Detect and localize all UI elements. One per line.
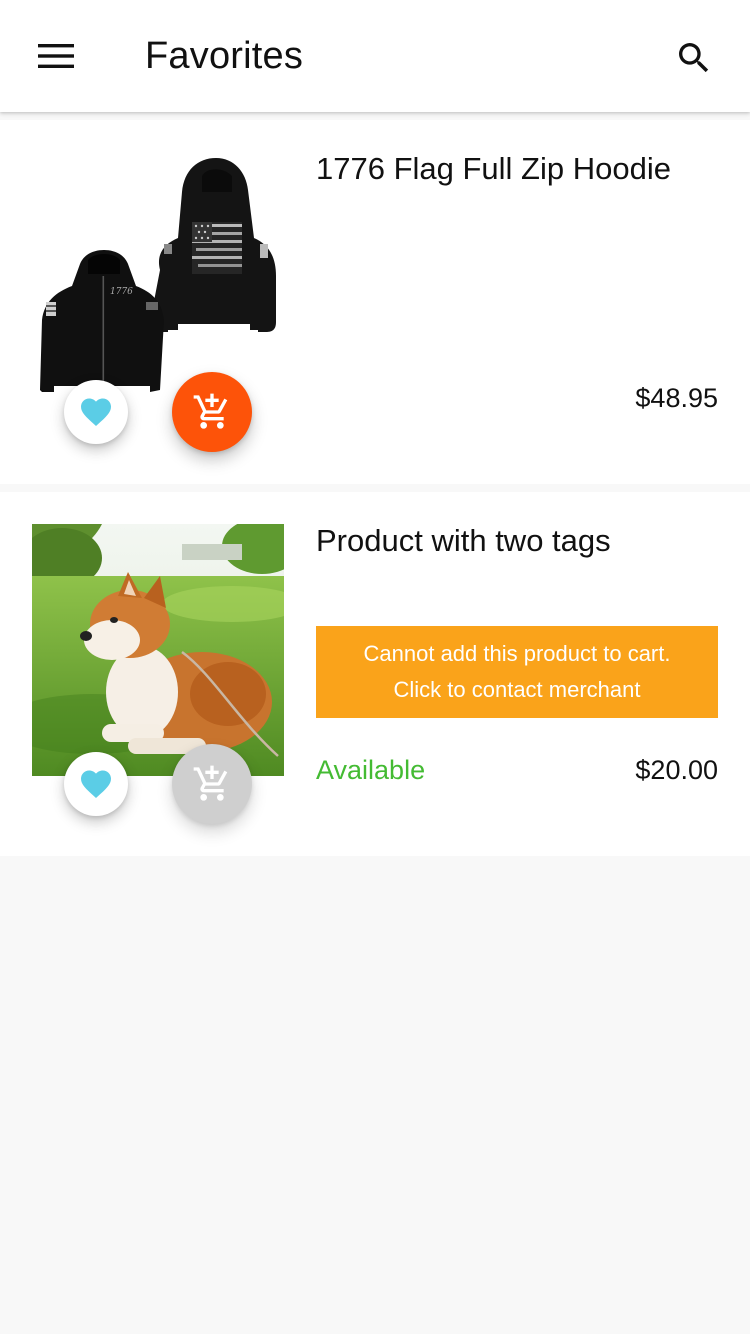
add-to-cart-button[interactable] bbox=[172, 372, 252, 452]
black-hoodie-image[interactable]: 1776 bbox=[32, 152, 284, 404]
availability-status: Available bbox=[316, 755, 426, 785]
app-bar: Favorites bbox=[0, 0, 750, 112]
dog-photo-image[interactable] bbox=[32, 524, 284, 776]
add-shopping-cart-icon bbox=[193, 765, 228, 801]
add-shopping-cart-icon bbox=[193, 393, 228, 429]
hamburger-menu-icon[interactable] bbox=[22, 28, 90, 84]
heart-icon bbox=[81, 398, 111, 427]
favorite-heart-button[interactable] bbox=[64, 752, 128, 816]
product-price: $20.00 bbox=[635, 755, 718, 785]
favorite-product-card[interactable]: 1776 1776 Flag Full Zip Hoodie $48.95 bbox=[0, 120, 750, 484]
svg-text:1776: 1776 bbox=[110, 287, 133, 297]
product-name[interactable]: Product with two tags bbox=[316, 520, 726, 562]
notice-line-1: Cannot add this product to cart. bbox=[363, 641, 671, 666]
heart-icon bbox=[81, 770, 111, 799]
favorite-heart-button[interactable] bbox=[64, 380, 128, 444]
product-name[interactable]: 1776 Flag Full Zip Hoodie bbox=[316, 148, 726, 190]
notice-line-2: Click to contact merchant bbox=[393, 677, 641, 702]
contact-merchant-button[interactable]: Cannot add this product to cart. Click t… bbox=[316, 626, 718, 718]
search-icon[interactable] bbox=[666, 30, 722, 86]
product-price: $48.95 bbox=[635, 383, 718, 413]
add-to-cart-button-disabled[interactable] bbox=[172, 744, 252, 824]
favorite-product-card[interactable]: Product with two tags Cannot add this pr… bbox=[0, 492, 750, 856]
page-title: Favorites bbox=[145, 35, 304, 77]
